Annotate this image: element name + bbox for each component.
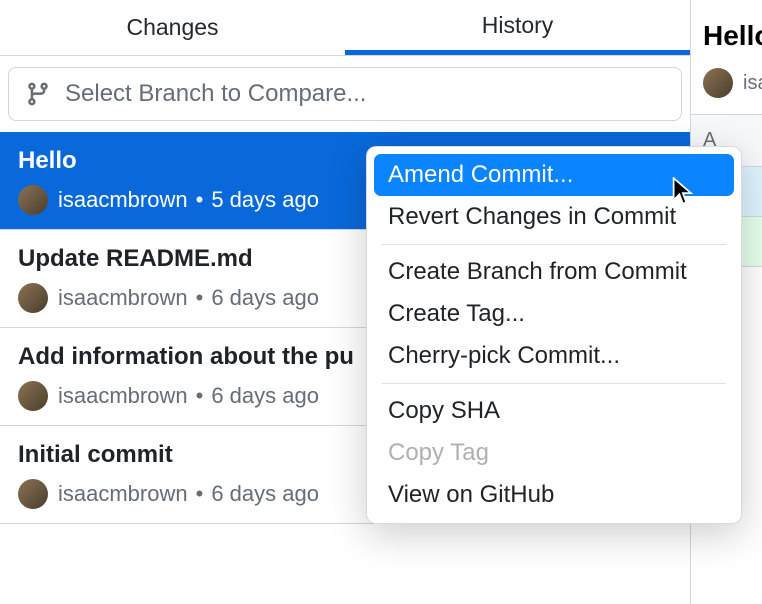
git-branch-icon [25, 81, 51, 107]
menu-separator [382, 383, 726, 384]
separator-dot: • [196, 481, 204, 507]
avatar [703, 68, 733, 98]
menu-separator [382, 244, 726, 245]
branch-compare-placeholder: Select Branch to Compare... [65, 80, 366, 108]
menu-cherry-pick[interactable]: Cherry-pick Commit... [374, 335, 734, 377]
branch-compare-selector[interactable]: Select Branch to Compare... [8, 67, 682, 121]
commit-time: 5 days ago [211, 187, 319, 213]
separator-dot: • [196, 285, 204, 311]
avatar [18, 185, 48, 215]
commit-time: 6 days ago [211, 481, 319, 507]
avatar [18, 381, 48, 411]
menu-copy-tag: Copy Tag [374, 432, 734, 474]
menu-create-tag[interactable]: Create Tag... [374, 293, 734, 335]
separator-dot: • [196, 383, 204, 409]
tab-changes[interactable]: Changes [0, 0, 345, 55]
tab-history[interactable]: History [345, 0, 690, 55]
commit-author: isaacmbrown [58, 481, 188, 507]
avatar [18, 283, 48, 313]
separator-dot: • [196, 187, 204, 213]
menu-create-branch[interactable]: Create Branch from Commit [374, 251, 734, 293]
commit-author: isaacmbrown [58, 285, 188, 311]
menu-revert-changes[interactable]: Revert Changes in Commit [374, 196, 734, 238]
menu-amend-commit[interactable]: Amend Commit... [374, 154, 734, 196]
menu-copy-sha[interactable]: Copy SHA [374, 390, 734, 432]
commit-author: isaacmbrown [58, 383, 188, 409]
commit-author: isaacmbrown [58, 187, 188, 213]
menu-view-github[interactable]: View on GitHub [374, 474, 734, 516]
commit-detail-author: isaacmbrown [743, 72, 762, 95]
context-menu: Amend Commit... Revert Changes in Commit… [366, 146, 742, 524]
commit-detail-title: Hello [691, 0, 762, 68]
commit-time: 6 days ago [211, 285, 319, 311]
commit-time: 6 days ago [211, 383, 319, 409]
avatar [18, 479, 48, 509]
